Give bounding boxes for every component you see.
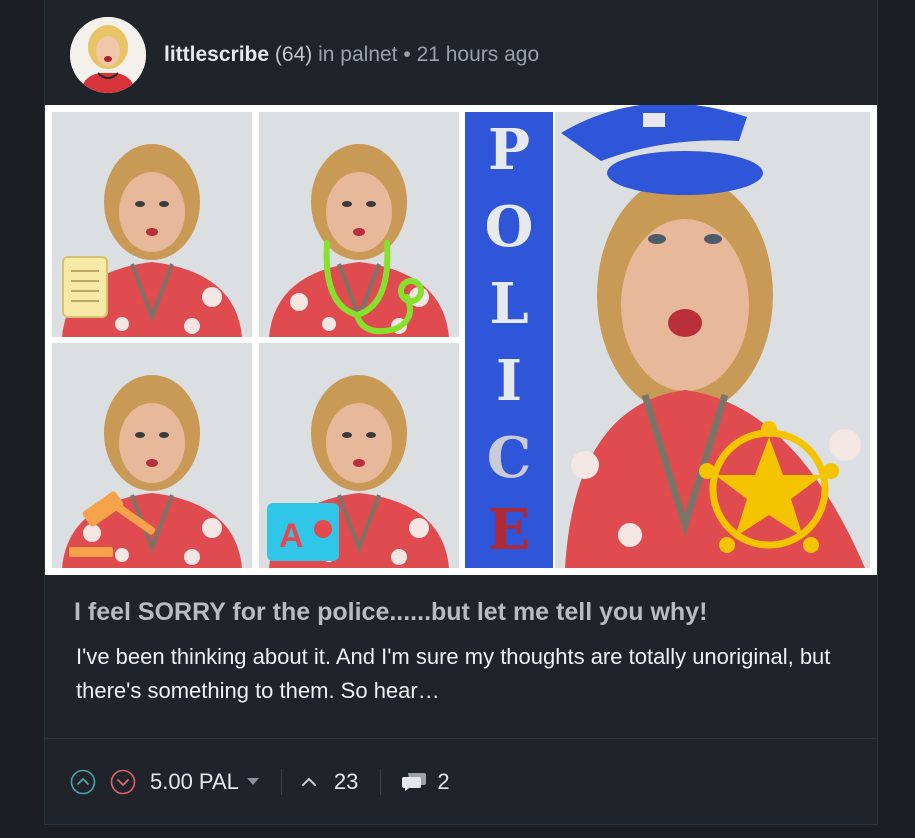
- banner-letter-p: P: [488, 117, 530, 183]
- post-byline: littlescribe (64) in palnet • 21 hours a…: [164, 43, 539, 67]
- banner-letter-e: E: [488, 497, 531, 563]
- downvote-button[interactable]: [110, 769, 136, 795]
- scroll-icon: [62, 256, 108, 318]
- chevron-up-circle-icon: [70, 769, 96, 795]
- caret-down-icon: [246, 778, 259, 785]
- community-link[interactable]: palnet: [340, 43, 397, 66]
- teacher-apple-icon: A: [267, 503, 339, 561]
- comments-icon: [402, 773, 427, 791]
- bullet-separator: •: [403, 43, 411, 66]
- upvote-button[interactable]: [70, 769, 96, 795]
- post-excerpt[interactable]: I've been thinking about it. And I'm sur…: [76, 640, 846, 708]
- comments-count: 2: [437, 769, 450, 794]
- author-reputation: (64): [274, 43, 313, 66]
- payout-dropdown[interactable]: 5.00 PAL: [150, 769, 259, 795]
- author-avatar[interactable]: [70, 17, 146, 93]
- footer-divider: [45, 738, 876, 739]
- votes-count-button[interactable]: 23: [301, 769, 359, 795]
- post-actions: 5.00 PAL 23 2: [70, 762, 450, 802]
- banner-letter-l: L: [489, 271, 528, 337]
- banner-letter-i: I: [496, 348, 522, 414]
- panel-stethoscope: [257, 110, 461, 339]
- post-header: littlescribe (64) in palnet • 21 hours a…: [70, 16, 539, 94]
- banner-letter-c: C: [487, 425, 532, 491]
- comments-button[interactable]: 2: [401, 769, 450, 795]
- votes-count: 23: [333, 769, 359, 794]
- svg-text:A: A: [279, 517, 304, 555]
- post-time[interactable]: 21 hours ago: [417, 43, 540, 66]
- in-label: in: [318, 43, 335, 66]
- banner-letter-o: O: [485, 194, 534, 260]
- chevron-down-circle-icon: [110, 769, 136, 795]
- actions-separator-2: [380, 769, 382, 795]
- author-name[interactable]: littlescribe: [164, 43, 269, 66]
- payout-value: 5.00 PAL: [150, 769, 239, 794]
- chevron-up-icon: [301, 777, 316, 786]
- post-thumbnail[interactable]: A P O L I C E: [45, 105, 877, 575]
- post-title[interactable]: I feel SORRY for the police......but let…: [74, 598, 707, 627]
- actions-separator: [280, 769, 282, 795]
